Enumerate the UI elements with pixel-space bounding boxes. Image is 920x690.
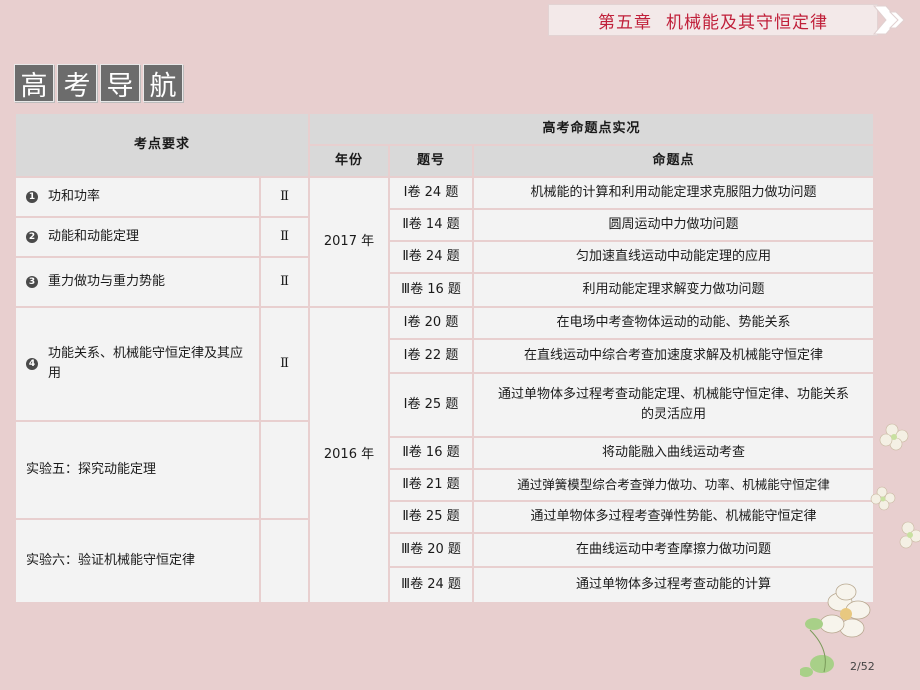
number-marker: 4	[26, 358, 38, 370]
point-cell: 利用动能定理求解变力做功问题	[474, 274, 873, 306]
question-cell: Ⅲ卷 24 题	[390, 568, 472, 602]
question-cell: Ⅰ卷 24 题	[390, 178, 472, 208]
requirement-text: 实验五：探究动能定理	[26, 462, 157, 477]
page-number: 2/52	[850, 660, 875, 673]
question-cell: Ⅰ卷 25 题	[390, 374, 472, 436]
header-situation: 高考命题点实况	[310, 114, 873, 144]
question-cell: Ⅰ卷 22 题	[390, 340, 472, 372]
point-cell: 匀加速直线运动中动能定理的应用	[474, 242, 873, 272]
requirement-level	[261, 520, 308, 602]
requirement-level: Ⅱ	[261, 258, 308, 306]
requirement-text: 功和功率	[48, 189, 101, 204]
question-cell: Ⅰ卷 20 题	[390, 308, 472, 338]
question-cell: Ⅱ卷 24 题	[390, 242, 472, 272]
point-cell: 在直线运动中综合考查加速度求解及机械能守恒定律	[474, 340, 873, 372]
header-point: 命题点	[474, 146, 873, 176]
requirement-row: 实验五：探究动能定理	[16, 422, 259, 518]
question-cell: Ⅱ卷 14 题	[390, 210, 472, 240]
requirement-level: Ⅱ	[261, 178, 308, 216]
requirement-row: 3 重力做功与重力势能	[16, 258, 259, 306]
exam-table: 考点要求 高考命题点实况 年份 题号 命题点 1 功和功率 Ⅱ 2 动能和动能定…	[16, 114, 873, 602]
point-cell: 机械能的计算和利用动能定理求克服阻力做功问题	[474, 178, 873, 208]
question-cell: Ⅲ卷 16 题	[390, 274, 472, 306]
requirement-row: 2 动能和动能定理	[16, 218, 259, 256]
header-question: 题号	[390, 146, 472, 176]
requirement-row: 4 功能关系、机械能守恒定律及其应用	[16, 308, 259, 420]
section-title-char: 高	[14, 64, 54, 102]
requirement-text: 实验六：验证机械能守恒定律	[26, 553, 196, 568]
question-cell: Ⅱ卷 16 题	[390, 438, 472, 468]
flower-decoration-icon	[800, 423, 920, 677]
chapter-title: 机械能及其守恒定律	[666, 12, 828, 33]
year-cell: 2016 年	[310, 308, 388, 602]
section-title-char: 航	[143, 64, 183, 102]
question-cell: Ⅲ卷 20 题	[390, 534, 472, 566]
section-title: 高 考 导 航	[14, 64, 183, 102]
chapter-number: 第五章	[598, 12, 652, 33]
requirement-row: 实验六：验证机械能守恒定律	[16, 520, 259, 602]
number-marker: 3	[26, 276, 38, 288]
point-cell: 在电场中考查物体运动的动能、势能关系	[474, 308, 873, 338]
requirement-text: 功能关系、机械能守恒定律及其应用	[48, 346, 244, 381]
requirement-row: 1 功和功率	[16, 178, 259, 216]
question-cell: Ⅱ卷 25 题	[390, 502, 472, 532]
question-cell: Ⅱ卷 21 题	[390, 470, 472, 500]
number-marker: 1	[26, 191, 38, 203]
requirement-text: 重力做功与重力势能	[48, 274, 166, 289]
chapter-banner: 第五章 机械能及其守恒定律	[548, 4, 878, 36]
chevron-right-icon	[872, 5, 905, 35]
header-year: 年份	[310, 146, 388, 176]
requirement-level: Ⅱ	[261, 218, 308, 256]
header-requirements: 考点要求	[16, 114, 308, 176]
year-cell: 2017 年	[310, 178, 388, 306]
requirement-level	[261, 422, 308, 518]
requirement-text: 动能和动能定理	[48, 229, 140, 244]
section-title-char: 考	[57, 64, 97, 102]
number-marker: 2	[26, 231, 38, 243]
section-title-char: 导	[100, 64, 140, 102]
requirement-level: Ⅱ	[261, 308, 308, 420]
point-cell: 圆周运动中力做功问题	[474, 210, 873, 240]
